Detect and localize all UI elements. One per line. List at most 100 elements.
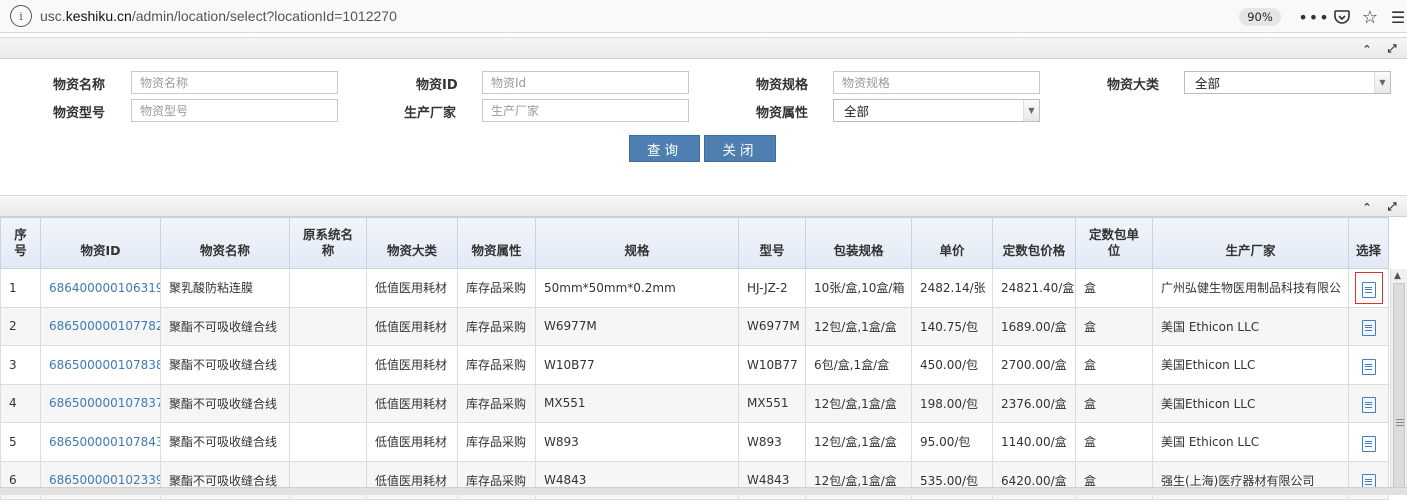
attr-select[interactable]: 全部 ▼ xyxy=(833,99,1040,122)
column-header[interactable]: 定数包单位 xyxy=(1075,217,1153,269)
table-cell: 1 xyxy=(0,268,41,308)
query-button[interactable]: 查询 xyxy=(629,135,700,162)
table-cell: 3 xyxy=(0,345,41,385)
category-select-value: 全部 xyxy=(1195,76,1221,91)
url-field[interactable]: usc.keshiku.cn/admin/location/select?loc… xyxy=(40,8,397,24)
table-cell: 聚酯不可吸收缝合线 xyxy=(160,345,290,385)
table-cell: W6977M xyxy=(535,306,739,346)
table-cell: MX551 xyxy=(738,383,806,423)
close-button[interactable]: 关闭 xyxy=(704,135,776,162)
table-cell xyxy=(289,383,367,423)
material-id-link[interactable]: 686500000107843 xyxy=(40,422,161,462)
table-row[interactable]: 5 686500000107843 聚酯不可吸收缝合线 低值医用耗材 库存品采购 W893… xyxy=(0,422,1389,462)
table-cell: 1140.00/盒 xyxy=(992,422,1076,462)
column-header[interactable]: 物资ID xyxy=(40,217,161,269)
name-input[interactable] xyxy=(131,71,338,94)
attr-label: 物资属性 xyxy=(756,106,809,121)
collapse-icon[interactable]: ⌃ xyxy=(1359,41,1375,57)
column-header[interactable]: 包装规格 xyxy=(805,217,912,269)
name-label: 物资名称 xyxy=(53,78,106,93)
table-cell: 5 xyxy=(0,422,41,462)
model-label: 物资型号 xyxy=(53,106,106,121)
column-header[interactable]: 物资大类 xyxy=(366,217,458,269)
column-header[interactable]: 原系统名称 xyxy=(289,217,367,269)
material-id-link[interactable]: 686500000107838 xyxy=(40,345,161,385)
table-cell: 95.00/包 xyxy=(911,422,993,462)
spec-input[interactable] xyxy=(833,71,1040,94)
bookmark-star-icon[interactable]: ☆ xyxy=(1359,6,1381,28)
more-icon[interactable]: ••• xyxy=(1298,6,1328,28)
table-cell: 6包/盒,1盒/盒 xyxy=(805,345,912,385)
table-cell: 聚乳酸防粘连膜 xyxy=(160,268,290,308)
table-cell: 盒 xyxy=(1075,268,1153,308)
selected-row-highlight xyxy=(1354,271,1383,304)
table-cell: 美国 Ethicon LLC xyxy=(1152,422,1349,462)
vertical-scrollbar[interactable]: ▲ xyxy=(1390,269,1407,495)
scrollbar-thumb[interactable] xyxy=(1393,283,1405,495)
expand-icon[interactable]: ⤢ xyxy=(1384,199,1400,215)
material-id-link[interactable]: 686500000107782 xyxy=(40,306,161,346)
table-cell: 198.00/包 xyxy=(911,383,993,423)
column-header[interactable]: 物资名称 xyxy=(160,217,290,269)
table-cell: 美国Ethicon LLC xyxy=(1152,383,1349,423)
select-document-icon[interactable] xyxy=(1361,281,1376,298)
info-icon[interactable]: i xyxy=(10,5,32,27)
table-row[interactable]: 3 686500000107838 聚酯不可吸收缝合线 低值医用耗材 库存品采购 W10B… xyxy=(0,345,1389,385)
table-row[interactable]: 4 686500000107837 聚酯不可吸收缝合线 低值医用耗材 库存品采购 MX55… xyxy=(0,383,1389,423)
table-cell: 盒 xyxy=(1075,383,1153,423)
column-header[interactable]: 序号 xyxy=(0,217,41,269)
expand-icon[interactable]: ⤢ xyxy=(1384,41,1400,57)
table-cell: 12包/盒,1盒/盒 xyxy=(805,306,912,346)
table-cell: 12包/盒,1盒/盒 xyxy=(805,383,912,423)
column-header[interactable]: 型号 xyxy=(738,217,806,269)
table-cell: 2700.00/盒 xyxy=(992,345,1076,385)
material-id-link[interactable]: 686500000107837 xyxy=(40,383,161,423)
table-cell: W893 xyxy=(535,422,739,462)
url-prefix: usc. xyxy=(40,8,66,24)
maker-input[interactable] xyxy=(482,99,689,122)
table-cell: 聚酯不可吸收缝合线 xyxy=(160,422,290,462)
select-document-icon[interactable] xyxy=(1361,435,1376,452)
chevron-down-icon[interactable]: ▼ xyxy=(1023,100,1039,121)
scroll-up-icon[interactable]: ▲ xyxy=(1394,271,1401,281)
table-cell: 盒 xyxy=(1075,306,1153,346)
column-header[interactable]: 物资属性 xyxy=(457,217,536,269)
table-cell: 聚酯不可吸收缝合线 xyxy=(160,383,290,423)
horizontal-scrollbar[interactable] xyxy=(0,487,1407,495)
table-cell: 美国 Ethicon LLC xyxy=(1152,306,1349,346)
table-cell: 盒 xyxy=(1075,422,1153,462)
select-cell xyxy=(1348,422,1389,462)
category-select[interactable]: 全部 ▼ xyxy=(1184,71,1391,94)
pocket-icon[interactable] xyxy=(1331,6,1353,28)
menu-icon[interactable]: ☰ xyxy=(1387,6,1407,28)
column-header[interactable]: 规格 xyxy=(535,217,739,269)
category-label: 物资大类 xyxy=(1107,78,1160,93)
table-cell: 12包/盒,1盒/盒 xyxy=(805,422,912,462)
zoom-badge[interactable]: 90% xyxy=(1239,8,1281,26)
select-cell xyxy=(1348,268,1389,308)
table-row[interactable]: 2 686500000107782 聚酯不可吸收缝合线 低值医用耗材 库存品采购 W697… xyxy=(0,306,1389,346)
attr-select-value: 全部 xyxy=(844,104,870,119)
table-row[interactable]: 1 686400000106319 聚乳酸防粘连膜 低值医用耗材 库存品采购 50mm*5… xyxy=(0,268,1389,308)
spec-label: 物资规格 xyxy=(756,78,809,93)
id-input[interactable] xyxy=(482,71,689,94)
select-document-icon[interactable] xyxy=(1361,358,1376,375)
table-cell: 低值医用耗材 xyxy=(366,268,458,308)
column-header[interactable]: 生产厂家 xyxy=(1152,217,1349,269)
table-cell: 库存品采购 xyxy=(457,345,536,385)
column-header[interactable]: 定数包价格 xyxy=(992,217,1076,269)
table-cell: 24821.40/盒 xyxy=(992,268,1076,308)
table-cell: 库存品采购 xyxy=(457,306,536,346)
table-cell: 低值医用耗材 xyxy=(366,383,458,423)
material-id-link[interactable]: 686400000106319 xyxy=(40,268,161,308)
table-cell xyxy=(289,422,367,462)
model-input[interactable] xyxy=(131,99,338,122)
collapse-icon[interactable]: ⌃ xyxy=(1359,199,1375,215)
table-cell: 450.00/包 xyxy=(911,345,993,385)
select-document-icon[interactable] xyxy=(1361,320,1376,337)
table-cell: 4 xyxy=(0,383,41,423)
chevron-down-icon[interactable]: ▼ xyxy=(1374,72,1390,93)
select-document-icon[interactable] xyxy=(1361,397,1376,414)
table-cell: 聚酯不可吸收缝合线 xyxy=(160,306,290,346)
column-header[interactable]: 单价 xyxy=(911,217,993,269)
